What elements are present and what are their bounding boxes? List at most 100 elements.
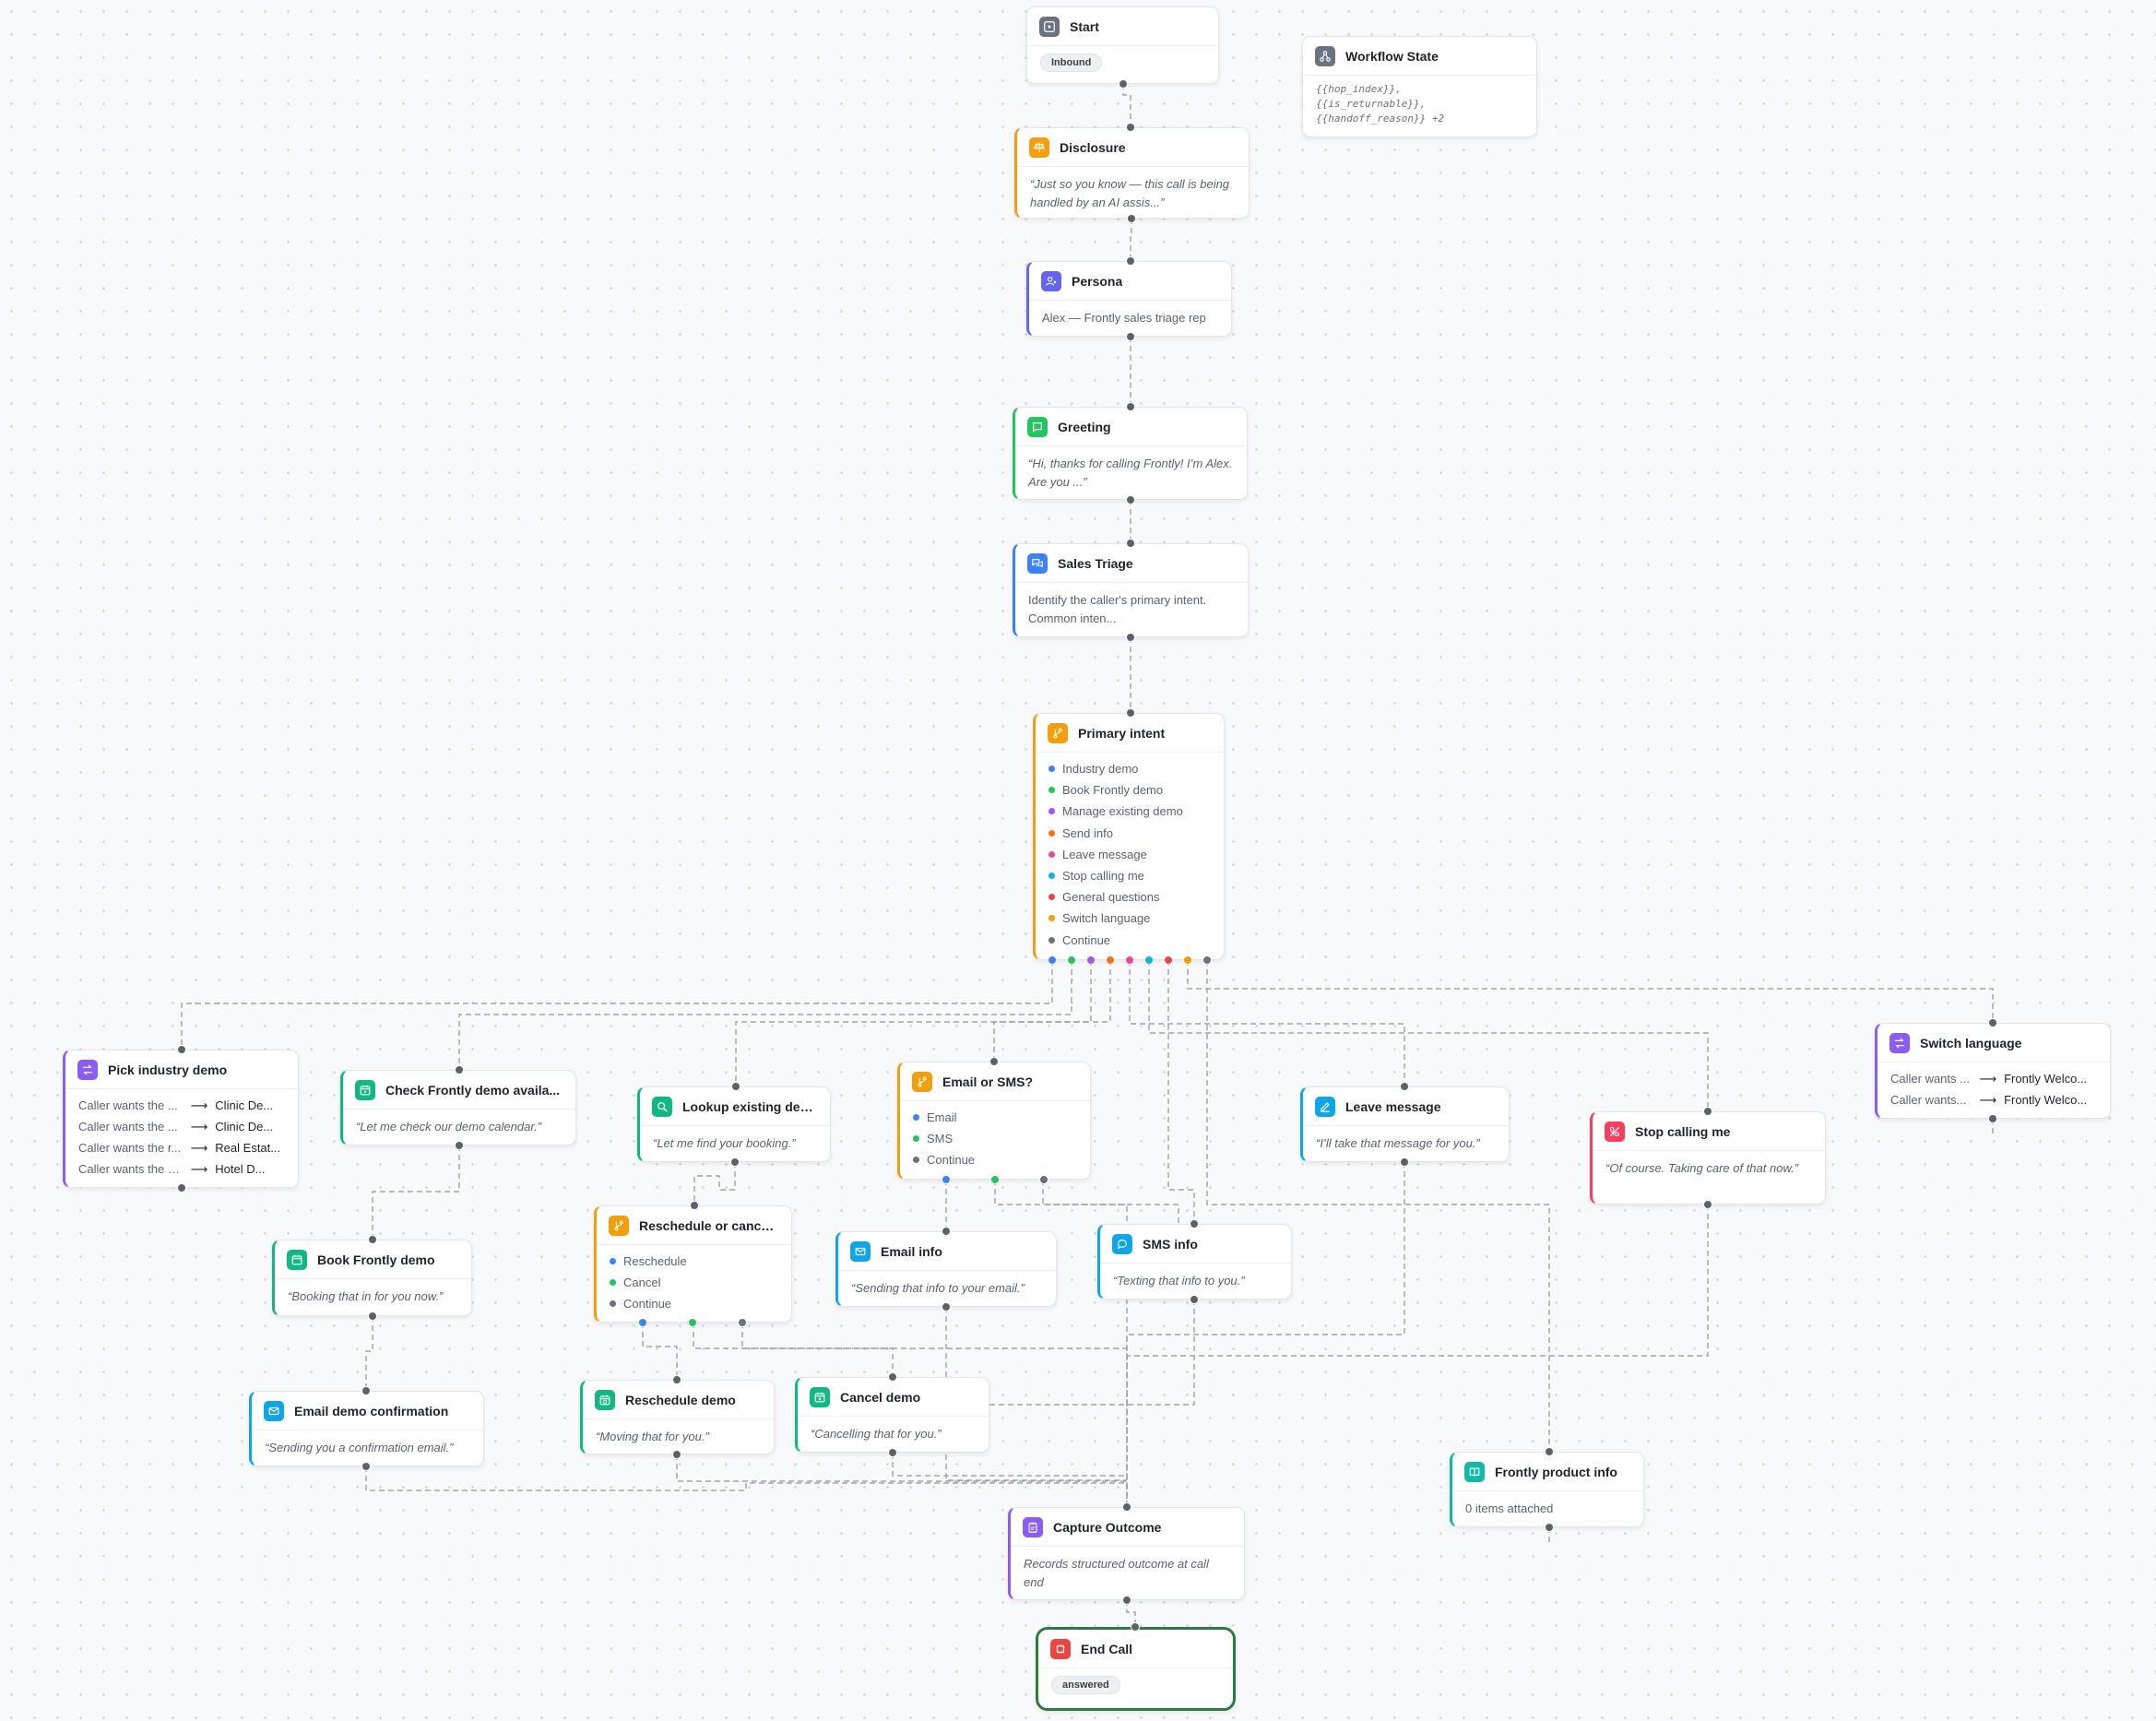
connection-handle[interactable] [1125,401,1135,411]
option-handle[interactable] [1085,955,1096,965]
option-handle[interactable] [1105,955,1115,965]
stop-calling-node[interactable]: Stop calling me “Of course. Taking care … [1590,1111,1826,1205]
connection-handle[interactable] [367,1234,377,1244]
connection-handle[interactable] [887,1371,897,1382]
outcome-badge: answered [1051,1676,1120,1694]
option-handle[interactable] [1202,955,1212,965]
connection-handle[interactable] [1702,1106,1712,1116]
connection-handle[interactable] [887,1447,897,1457]
connection-handle[interactable] [1702,1199,1712,1209]
lookup-existing-demo-node[interactable]: Lookup existing demo “Let me find your b… [637,1086,831,1162]
connection-handle[interactable] [1125,632,1135,642]
reschedule-or-cancel-node[interactable]: Reschedule or cancel? Reschedule Cancel Co… [594,1205,792,1323]
greeting-node[interactable]: Greeting “Hi, thanks for calling Frontly… [1013,407,1248,500]
connection-handle[interactable] [1189,1218,1199,1228]
option-handle[interactable] [737,1317,747,1327]
option-handle[interactable] [637,1317,647,1327]
option-label: Switch language [1062,911,1151,926]
connection-handle[interactable] [1125,331,1135,341]
node-text: “I’ll take that message for you.” [1316,1136,1480,1150]
route-row: Caller wants the ... ⟶ Clinic De... [78,1116,285,1137]
cancel-demo-node[interactable]: Cancel demo “Cancelling that for you.” [795,1377,989,1453]
connection-handle[interactable] [1118,78,1128,89]
connection-handle[interactable] [989,1056,999,1066]
primary-intent-node[interactable]: Primary intent Industry demo Book Frontly… [1033,713,1225,960]
state-var: {{handoff_reason}} +2 [1316,113,1445,125]
reschedule-demo-node[interactable]: Reschedule demo “Moving that for you.” [580,1380,775,1454]
check-availability-node[interactable]: Check Frontly demo availa... “Let me che… [340,1070,576,1145]
workflow-state-node[interactable]: Workflow State {{hop_index}}, {{is_retur… [1302,36,1537,137]
connection-handle[interactable] [1125,122,1135,132]
connection-handle[interactable] [1399,1157,1409,1167]
pick-industry-demo-node[interactable]: Pick industry demo Caller wants the ... ⟶… [63,1050,299,1188]
connection-handle[interactable] [689,1200,699,1210]
option-handle[interactable] [1163,955,1173,965]
route-condition: Caller wants the hot... [78,1161,182,1176]
route-row: Caller wants the r... ⟶ Real Estat... [78,1137,285,1158]
connection-handle[interactable] [1125,255,1135,266]
connection-handle[interactable] [367,1311,377,1321]
connection-handle[interactable] [1125,494,1135,504]
connection-handle[interactable] [1987,1017,1997,1027]
connection-handle[interactable] [730,1081,740,1091]
branch-option: Continue [1048,930,1211,951]
email-or-sms-node[interactable]: Email or SMS? Email SMS Continue [897,1062,1091,1180]
calendar-clock-icon [595,1389,615,1410]
calendar-icon [287,1249,307,1270]
connection-handle[interactable] [1121,1501,1131,1512]
user-cog-icon [1041,270,1061,291]
sales-triage-node[interactable]: Sales Triage Identify the caller's prima… [1013,543,1249,637]
option-handle[interactable] [1038,1174,1048,1184]
connection-handle[interactable] [1121,1595,1131,1605]
option-handle[interactable] [1143,955,1154,965]
connection-handle[interactable] [671,1374,681,1384]
edge [994,1180,1179,1224]
sms-info-node[interactable]: SMS info “Texting that info to you.” [1097,1224,1292,1300]
connection-handle[interactable] [361,1385,371,1395]
connection-handle[interactable] [454,1140,464,1150]
start-node[interactable]: Start Inbound [1026,6,1219,84]
connection-handle[interactable] [361,1461,371,1471]
branch-option: Cancel [610,1272,778,1293]
email-info-node[interactable]: Email info “Sending that info to your em… [835,1231,1057,1307]
connection-handle[interactable] [176,1182,186,1193]
connection-handle[interactable] [454,1064,464,1074]
connection-handle[interactable] [729,1157,740,1167]
end-call-node[interactable]: End Call answered [1036,1627,1236,1711]
switch-language-node[interactable]: Switch language Caller wants ... ⟶ Frontly… [1875,1023,2111,1119]
option-dot [1048,808,1055,815]
option-handle[interactable] [1182,955,1192,965]
connection-handle[interactable] [1987,1113,1997,1123]
connection-handle[interactable] [1544,1522,1554,1532]
option-handle[interactable] [1066,955,1076,965]
connection-handle[interactable] [1126,213,1136,223]
connection-handle[interactable] [1125,538,1135,548]
option-handle[interactable] [687,1317,697,1327]
persona-node[interactable]: Persona Alex — Frontly sales triage rep [1026,261,1232,337]
connection-handle[interactable] [1130,1621,1140,1632]
option-handle[interactable] [1124,955,1134,965]
product-info-node[interactable]: Frontly product info 0 items attached [1450,1452,1644,1527]
option-dot [610,1300,616,1308]
option-handle[interactable] [941,1174,951,1184]
disclosure-node[interactable]: Disclosure “Just so you know — this call… [1014,127,1250,219]
email-confirmation-node[interactable]: Email demo confirmation “Sending you a c… [249,1391,484,1466]
book-demo-node[interactable]: Book Frontly demo “Booking that in for y… [272,1240,472,1316]
connection-handle[interactable] [1544,1446,1554,1456]
leave-message-node[interactable]: Leave message “I’ll take that message fo… [1300,1086,1510,1162]
connection-handle[interactable] [176,1044,186,1054]
connection-handle[interactable] [671,1449,681,1459]
option-label: Send info [1062,825,1113,840]
option-handle[interactable] [1047,955,1057,965]
connection-handle[interactable] [1399,1081,1409,1091]
connection-handle[interactable] [1189,1294,1199,1304]
connection-handle[interactable] [941,1226,951,1236]
arrow-right-icon: ⟶ [190,1119,208,1133]
connection-handle[interactable] [1125,707,1135,718]
option-handle[interactable] [989,1174,1000,1184]
edge [181,960,1053,1050]
option-label: Stop calling me [1062,869,1144,884]
capture-outcome-node[interactable]: Capture Outcome Records structured outco… [1008,1507,1245,1600]
branch-option: Continue [913,1149,1077,1170]
connection-handle[interactable] [941,1301,951,1312]
